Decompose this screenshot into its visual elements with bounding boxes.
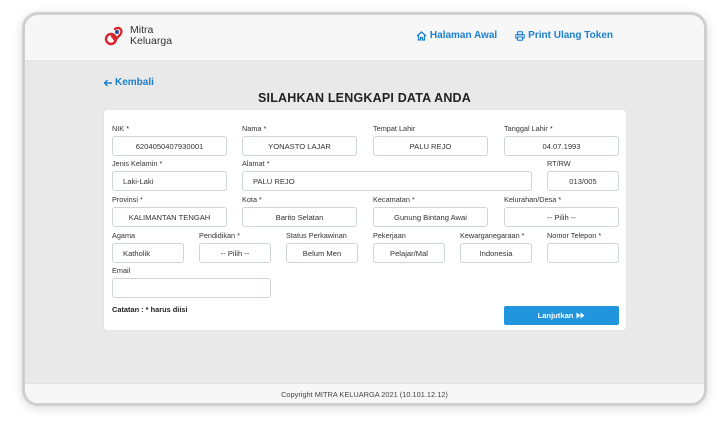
field-agama: Agama Katholik xyxy=(112,231,184,263)
field-tanggal-lahir: Tanggal Lahir * 04.07.1993 xyxy=(504,124,619,156)
alamat-label: Alamat * xyxy=(242,159,270,168)
top-nav: Halaman Awal Print Ulang Token xyxy=(416,30,613,41)
email-label: Email xyxy=(112,266,131,275)
field-kecamatan: Kecamatan * Gunung Bintang Awai xyxy=(373,195,488,227)
agama-select[interactable]: Katholik xyxy=(112,243,184,263)
nav-home-label: Halaman Awal xyxy=(429,30,498,41)
kecamatan-label: Kecamatan * xyxy=(373,195,415,204)
kewarganegaraan-label: Kewarganegaraan * xyxy=(460,231,525,240)
field-nama: Nama * YONASTO LAJAR xyxy=(242,124,357,156)
kota-label: Kota * xyxy=(242,195,262,204)
kewarganegaraan-select[interactable]: Indonesia xyxy=(460,243,532,263)
home-icon xyxy=(416,30,427,41)
field-status-perkawinan: Status Perkawinan Belum Men xyxy=(286,231,358,263)
field-kelurahan: Kelurahan/Desa * -- Pilih -- xyxy=(504,195,619,227)
continue-button[interactable]: Lanjutkan xyxy=(504,306,619,325)
tempat-lahir-input[interactable]: PALU REJO xyxy=(373,136,488,156)
footer-copyright: Copyright MITRA KELUARGA 2021 (10.101.12… xyxy=(25,383,704,403)
tanggal-lahir-label: Tanggal Lahir * xyxy=(504,124,553,133)
kota-select[interactable]: Barito Selatan xyxy=(242,207,357,227)
email-input[interactable] xyxy=(112,278,271,298)
back-link[interactable]: Kembali xyxy=(103,77,154,88)
pendidikan-label: Pendidikan * xyxy=(199,231,240,240)
field-nomor-telepon: Nomor Telepon * xyxy=(547,231,619,263)
rtrw-label: RT/RW xyxy=(547,159,571,168)
status-perkawinan-select[interactable]: Belum Men xyxy=(286,243,358,263)
fast-forward-icon xyxy=(576,312,585,319)
nomor-telepon-input[interactable] xyxy=(547,243,619,263)
brand-logo[interactable]: Mitra Keluarga xyxy=(103,25,172,47)
field-pekerjaan: Pekerjaan Pelajar/Mal xyxy=(373,231,445,263)
mitra-logo-icon xyxy=(104,26,123,46)
provinsi-select[interactable]: KALIMANTAN TENGAH xyxy=(112,207,227,227)
top-navbar: Mitra Keluarga Halaman Awal Print Ulang … xyxy=(25,15,704,61)
field-tempat-lahir: Tempat Lahir PALU REJO xyxy=(373,124,488,156)
brand-line-2: Keluarga xyxy=(130,35,173,47)
print-icon xyxy=(515,30,525,41)
back-label: Kembali xyxy=(115,77,154,88)
pekerjaan-label: Pekerjaan xyxy=(373,231,406,240)
field-kota: Kota * Barito Selatan xyxy=(242,195,357,227)
page-title: SILAHKAN LENGKAPI DATA ANDA xyxy=(257,91,472,105)
pendidikan-select[interactable]: -- Pilih -- xyxy=(199,243,271,263)
kelurahan-select[interactable]: -- Pilih -- xyxy=(504,207,619,227)
nik-input[interactable]: 6204050407930001 xyxy=(112,136,227,156)
brand-name: Mitra Keluarga xyxy=(130,25,172,47)
provinsi-label: Provinsi * xyxy=(112,195,143,204)
jenis-kelamin-label: Jenis Kelamin * xyxy=(112,159,163,168)
field-kewarganegaraan: Kewarganegaraan * Indonesia xyxy=(460,231,532,263)
field-provinsi: Provinsi * KALIMANTAN TENGAH xyxy=(112,195,227,227)
field-jenis-kelamin: Jenis Kelamin * Laki-Laki xyxy=(112,159,227,191)
nama-label: Nama * xyxy=(242,124,267,133)
tanggal-lahir-input[interactable]: 04.07.1993 xyxy=(504,136,619,156)
nav-home-link[interactable]: Halaman Awal xyxy=(416,30,497,41)
arrow-left-icon xyxy=(103,79,112,86)
field-nik: NIK * 6204050407930001 xyxy=(112,124,227,156)
jenis-kelamin-select[interactable]: Laki-Laki xyxy=(112,171,227,191)
kecamatan-select[interactable]: Gunung Bintang Awai xyxy=(373,207,488,227)
pekerjaan-select[interactable]: Pelajar/Mal xyxy=(373,243,445,263)
field-rtrw: RT/RW 013/005 xyxy=(547,159,619,191)
field-alamat: Alamat * PALU REJO xyxy=(242,159,532,191)
nomor-telepon-label: Nomor Telepon * xyxy=(547,231,602,240)
patient-form: NIK * 6204050407930001 Nama * YONASTO LA… xyxy=(103,109,627,331)
kelurahan-label: Kelurahan/Desa * xyxy=(504,195,562,204)
alamat-input[interactable]: PALU REJO xyxy=(242,171,532,191)
nik-label: NIK * xyxy=(112,124,130,133)
field-pendidikan: Pendidikan * -- Pilih -- xyxy=(199,231,271,263)
rtrw-input[interactable]: 013/005 xyxy=(547,171,619,191)
continue-label: Lanjutkan xyxy=(537,311,574,320)
nav-print-token-link[interactable]: Print Ulang Token xyxy=(515,30,613,41)
nama-input[interactable]: YONASTO LAJAR xyxy=(242,136,357,156)
status-perkawinan-label: Status Perkawinan xyxy=(286,231,347,240)
app-window: Mitra Keluarga Halaman Awal Print Ulang … xyxy=(22,12,707,406)
tempat-lahir-label: Tempat Lahir xyxy=(373,124,416,133)
required-note: Catatan : * harus diisi xyxy=(112,305,188,314)
nav-print-label: Print Ulang Token xyxy=(528,30,613,41)
field-email: Email xyxy=(112,266,271,298)
agama-label: Agama xyxy=(112,231,136,240)
